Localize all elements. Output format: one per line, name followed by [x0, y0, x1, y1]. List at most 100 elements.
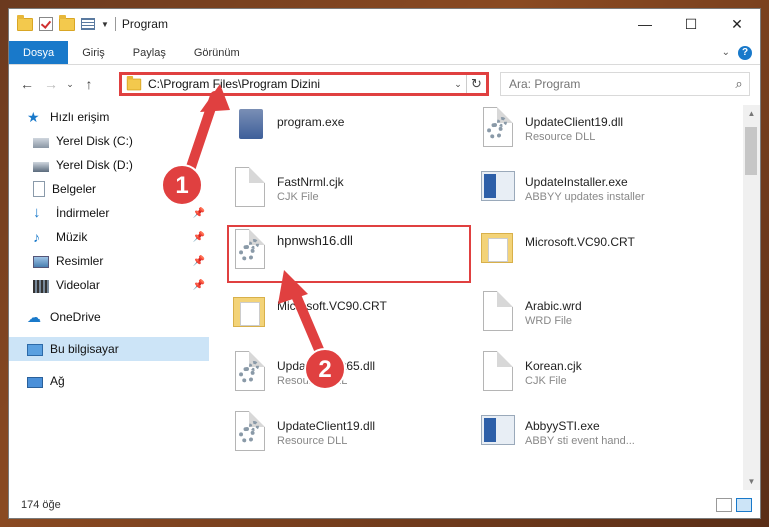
- pin-icon[interactable]: 📌: [193, 232, 205, 243]
- tab-paylas[interactable]: Paylaş: [119, 41, 180, 64]
- properties-check-icon[interactable]: [39, 17, 53, 31]
- sidebar-item-label: Resimler: [56, 254, 104, 268]
- back-button[interactable]: ←: [15, 76, 39, 92]
- navigation-pane: ★ Hızlı erişim Yerel Disk (C:) Yerel Dis…: [9, 105, 209, 490]
- file-item-microsoft-vc90-crt-2[interactable]: Microsoft.VC90.CRT: [229, 289, 469, 343]
- file-item-updateclient19-dll-2[interactable]: UpdateClient19.dll Resource DLL: [229, 409, 469, 463]
- dll-icon: [477, 105, 517, 149]
- ribbon-right: ⌄ ?: [722, 41, 760, 64]
- file-name: Microsoft.VC90.CRT: [525, 235, 635, 249]
- file-item-korean-cjk[interactable]: Korean.cjk CJK File: [477, 349, 717, 403]
- sidebar-item-label: Yerel Disk (C:): [56, 134, 133, 148]
- file-item-microsoft-vc90-crt-1[interactable]: Microsoft.VC90.CRT: [477, 225, 717, 279]
- recent-dropdown-icon[interactable]: ⌄: [63, 79, 77, 90]
- computer-icon: [27, 343, 43, 356]
- sidebar-item-documents[interactable]: Belgeler: [9, 177, 209, 201]
- file-name: AbbyySTI.exe: [525, 419, 600, 433]
- status-bar: 174 öğe: [9, 492, 760, 518]
- file-item-abbyysti-exe[interactable]: AbbyySTI.exe ABBY sti event hand...: [477, 409, 717, 463]
- tab-gorunum[interactable]: Görünüm: [180, 41, 254, 64]
- pin-icon[interactable]: 📌: [193, 256, 205, 267]
- sidebar-item-onedrive[interactable]: ☁ OneDrive: [9, 305, 209, 329]
- window-title: Program: [121, 17, 168, 31]
- explorer-window: ▼ Program — ☐ ✕ Dosya Giriş Paylaş Görün…: [8, 8, 761, 519]
- file-item-hpnwsh16-dll[interactable]: hpnwsh16.dll: [227, 225, 471, 283]
- cloud-icon: ☁: [27, 309, 41, 325]
- scroll-thumb[interactable]: [745, 127, 757, 175]
- sidebar-item-label: OneDrive: [50, 310, 101, 324]
- sidebar-item-downloads[interactable]: ↓ İndirmeler 📌: [9, 201, 209, 225]
- refresh-button[interactable]: ↻: [466, 75, 486, 93]
- new-folder-icon[interactable]: [59, 14, 75, 31]
- tiles-view-icon[interactable]: [736, 498, 752, 512]
- tab-dosya[interactable]: Dosya: [9, 41, 69, 64]
- address-bar[interactable]: C:\Program Files\Program Dizini ⌄ ↻: [119, 72, 489, 96]
- address-path[interactable]: C:\Program Files\Program Dizini: [148, 77, 450, 91]
- file-name: UpdateClient19.dll: [525, 115, 624, 129]
- file-name: UpdateClient19.dll: [277, 419, 376, 433]
- app-icon: [477, 165, 517, 209]
- pin-icon[interactable]: 📌: [193, 208, 205, 219]
- scroll-up-icon[interactable]: ▲: [743, 105, 760, 122]
- sidebar-item-disk-c[interactable]: Yerel Disk (C:): [9, 129, 209, 153]
- file-type: Resource DLL: [277, 435, 348, 447]
- pictures-icon: [33, 256, 49, 268]
- file-name: Arabic.wrd: [525, 299, 582, 313]
- expand-ribbon-icon[interactable]: ⌄: [722, 47, 730, 58]
- search-icon[interactable]: ⌕: [729, 76, 749, 92]
- up-button[interactable]: ↑: [77, 76, 101, 92]
- sidebar-item-this-pc[interactable]: Bu bilgisayar: [9, 337, 209, 361]
- details-view-icon[interactable]: [716, 498, 732, 512]
- file-icon: [477, 289, 517, 333]
- file-list: program.exe UpdateClient19.dll Resource D…: [219, 105, 739, 490]
- sidebar-item-videos[interactable]: Videolar 📌: [9, 273, 209, 297]
- file-type: WRD File: [525, 315, 573, 327]
- sidebar-item-label: Bu bilgisayar: [50, 342, 119, 356]
- window-controls: — ☐ ✕: [622, 9, 760, 39]
- file-type: CJK File: [277, 191, 319, 203]
- folder-icon: [17, 14, 33, 31]
- file-icon: [477, 349, 517, 393]
- sidebar-item-quick-access[interactable]: ★ Hızlı erişim: [9, 105, 209, 129]
- sidebar-item-label: Ağ: [50, 374, 65, 388]
- ribbon-tabs: Dosya Giriş Paylaş Görünüm ⌄ ?: [9, 41, 760, 65]
- view-buttons: [716, 498, 752, 512]
- maximize-button[interactable]: ☐: [668, 9, 714, 39]
- file-type: CJK File: [525, 375, 567, 387]
- search-box[interactable]: ⌕: [500, 72, 750, 96]
- file-type: ABBY sti event hand...: [525, 435, 635, 447]
- search-input[interactable]: [509, 77, 729, 91]
- folder-icon: [229, 289, 269, 333]
- file-item-arabic-wrd[interactable]: Arabic.wrd WRD File: [477, 289, 717, 343]
- drive-icon: [33, 161, 49, 172]
- sidebar-item-music[interactable]: ♪ Müzik 📌: [9, 225, 209, 249]
- sidebar-item-label: Yerel Disk (D:): [56, 158, 133, 172]
- help-icon[interactable]: ?: [738, 45, 752, 60]
- file-type: ABBYY updates installer: [525, 191, 645, 203]
- sidebar-item-network[interactable]: Ağ: [9, 369, 209, 393]
- file-item-updateclient19-dll[interactable]: UpdateClient19.dll Resource DLL: [477, 105, 717, 159]
- tab-giris[interactable]: Giriş: [68, 41, 119, 64]
- scroll-down-icon[interactable]: ▼: [743, 473, 760, 490]
- minimize-button[interactable]: —: [622, 9, 668, 39]
- file-item-updateclient65-dll[interactable]: UpdateClient65.dll Resource DLL: [229, 349, 469, 403]
- close-button[interactable]: ✕: [714, 9, 760, 39]
- sidebar-item-disk-d[interactable]: Yerel Disk (D:): [9, 153, 209, 177]
- file-name: UpdateInstaller.exe: [525, 175, 628, 189]
- address-dropdown-icon[interactable]: ⌄: [450, 79, 466, 90]
- file-item-fastnrml-cjk[interactable]: FastNrml.cjk CJK File: [229, 165, 469, 219]
- sidebar-item-pictures[interactable]: Resimler 📌: [9, 249, 209, 273]
- dll-icon: [229, 227, 269, 271]
- customize-dropdown-icon[interactable]: ▼: [101, 20, 109, 29]
- toolbar-list-icon[interactable]: [81, 18, 95, 30]
- pin-icon[interactable]: 📌: [193, 280, 205, 291]
- title-separator: [114, 17, 116, 31]
- file-item-program-exe[interactable]: program.exe: [229, 105, 469, 159]
- file-item-updateinstaller-exe[interactable]: UpdateInstaller.exe ABBYY updates install…: [477, 165, 717, 219]
- vertical-scrollbar[interactable]: ▲ ▼: [743, 105, 760, 490]
- file-name: UpdateClient65.dll: [277, 359, 376, 373]
- forward-button[interactable]: →: [39, 76, 63, 92]
